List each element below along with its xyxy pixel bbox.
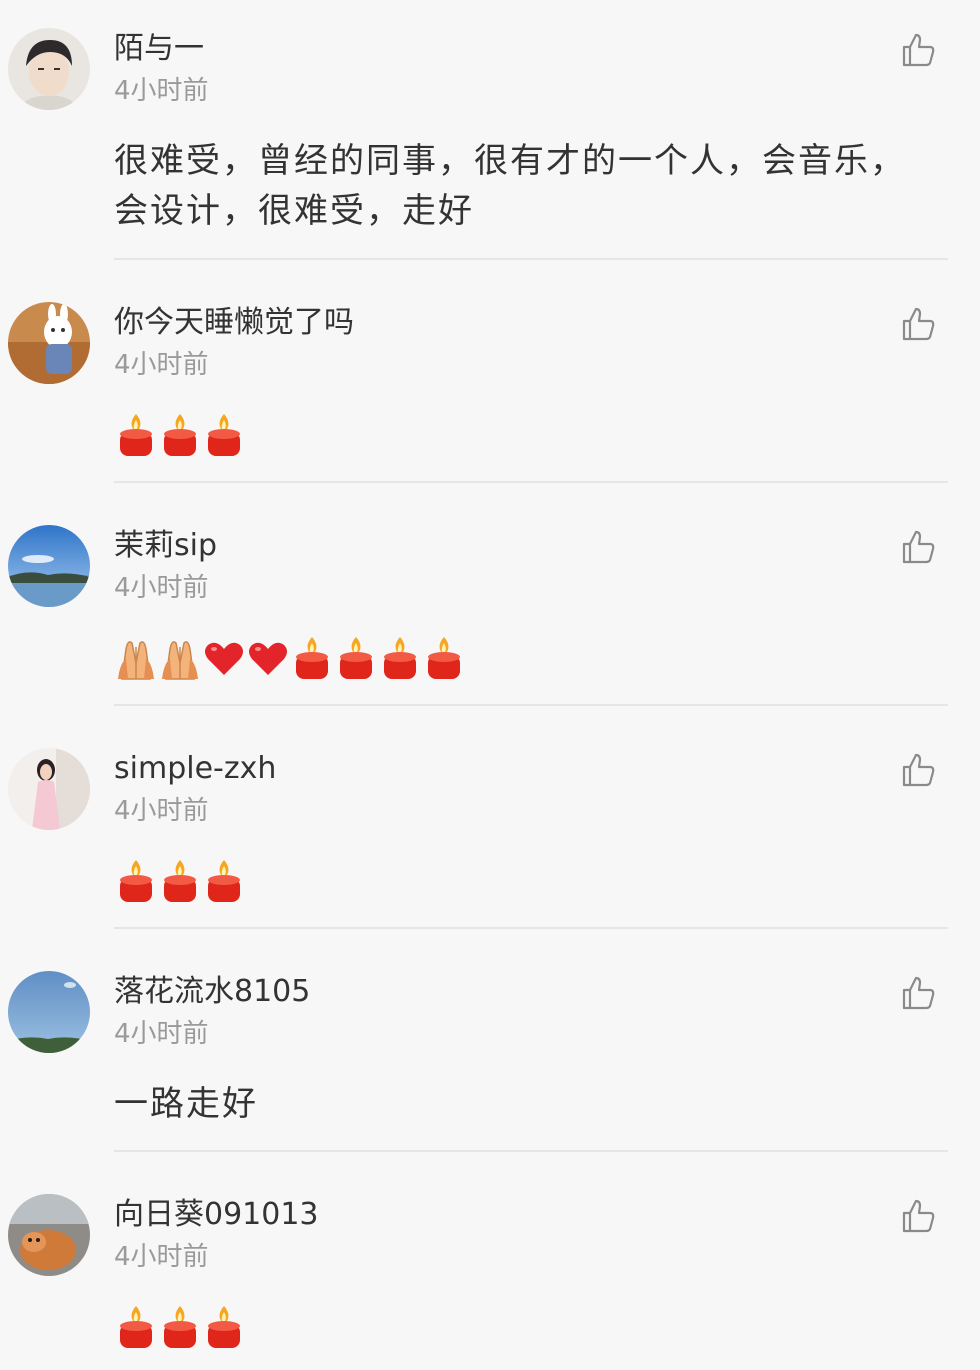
username[interactable]: 落花流水8105 xyxy=(114,973,310,1011)
pray-hands-icon xyxy=(118,641,154,680)
emoji-row xyxy=(114,1302,246,1350)
candle-icon xyxy=(120,1306,152,1348)
timestamp: 4小时前 xyxy=(114,796,209,826)
username[interactable]: 陌与一 xyxy=(114,30,204,68)
candle-icon xyxy=(428,637,460,679)
thumbs-up-icon[interactable] xyxy=(898,750,938,790)
thumbs-up-icon[interactable] xyxy=(898,1196,938,1236)
candle-icon xyxy=(164,414,196,456)
candle-icon xyxy=(120,414,152,456)
candle-icon xyxy=(208,860,240,902)
comment-text: 一路走好 xyxy=(114,1079,934,1129)
emoji-row xyxy=(114,410,246,458)
emoji-row xyxy=(114,856,246,904)
timestamp: 4小时前 xyxy=(114,1242,209,1272)
candle-icon xyxy=(120,860,152,902)
username[interactable]: 你今天睡懒觉了吗 xyxy=(114,304,354,342)
timestamp: 4小时前 xyxy=(114,1019,209,1049)
timestamp: 4小时前 xyxy=(114,573,209,603)
comment-text-line: 一路走好 xyxy=(114,1084,258,1124)
heart-icon xyxy=(249,642,287,675)
pray-hands-icon xyxy=(162,641,198,680)
thumbs-up-icon[interactable] xyxy=(898,527,938,567)
comment-text-line: 会设计，很难受，走好 xyxy=(114,191,474,231)
avatar[interactable] xyxy=(8,748,90,830)
avatar[interactable] xyxy=(8,525,90,607)
divider xyxy=(114,704,948,706)
candle-icon xyxy=(208,1306,240,1348)
username[interactable]: simple-zxh xyxy=(114,750,276,788)
divider xyxy=(114,1150,948,1152)
comment-text-line: 很难受，曾经的同事，很有才的一个人，会音乐， xyxy=(114,141,906,181)
comment-feed: 陌与一 4小时前 很难受，曾经的同事，很有才的一个人，会音乐， 会设计，很难受，… xyxy=(0,0,980,1370)
candle-icon xyxy=(340,637,372,679)
avatar[interactable] xyxy=(8,302,90,384)
thumbs-up-icon[interactable] xyxy=(898,30,938,70)
emoji-row xyxy=(114,633,466,681)
candle-icon xyxy=(296,637,328,679)
candle-icon xyxy=(164,1306,196,1348)
divider xyxy=(114,927,948,929)
divider xyxy=(114,481,948,483)
candle-icon xyxy=(384,637,416,679)
avatar[interactable] xyxy=(8,971,90,1053)
thumbs-up-icon[interactable] xyxy=(898,304,938,344)
avatar[interactable] xyxy=(8,28,90,110)
candle-icon xyxy=(164,860,196,902)
username[interactable]: 茉莉sip xyxy=(114,527,217,565)
thumbs-up-icon[interactable] xyxy=(898,973,938,1013)
timestamp: 4小时前 xyxy=(114,76,209,106)
username[interactable]: 向日葵091013 xyxy=(114,1196,319,1234)
heart-icon xyxy=(205,642,243,675)
timestamp: 4小时前 xyxy=(114,350,209,380)
divider xyxy=(114,258,948,260)
comment-text: 很难受，曾经的同事，很有才的一个人，会音乐， 会设计，很难受，走好 xyxy=(114,136,934,236)
avatar[interactable] xyxy=(8,1194,90,1276)
candle-icon xyxy=(208,414,240,456)
